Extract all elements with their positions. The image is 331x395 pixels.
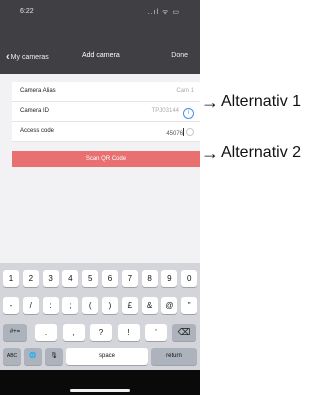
- status-icons: ..ıl ᯤ ▭: [147, 9, 180, 16]
- callout-label-2: Alternativ 2: [221, 144, 302, 161]
- digit-key[interactable]: 3: [42, 270, 59, 287]
- home-bar: [0, 370, 200, 395]
- alias-label: Camera Alias: [20, 88, 56, 94]
- camera-id-label: Camera ID: [20, 108, 50, 114]
- return-key[interactable]: return: [151, 348, 197, 365]
- nav-bar: ‹My cameras Add camera Done: [0, 30, 200, 74]
- mic-icon[interactable]: 🎙: [45, 348, 63, 365]
- punctuation-key[interactable]: ': [145, 324, 167, 341]
- camera-id-input[interactable]: TPJ03144: [152, 108, 179, 114]
- digit-key[interactable]: 8: [141, 270, 158, 287]
- access-code-row[interactable]: Access code 45076: [12, 122, 200, 142]
- punctuation-key[interactable]: !: [117, 324, 140, 341]
- delete-key[interactable]: ⌫: [172, 324, 196, 341]
- digit-key[interactable]: 5: [82, 270, 99, 287]
- symbol-key[interactable]: :: [42, 297, 59, 314]
- punctuation-key[interactable]: ?: [90, 324, 112, 341]
- symbol-key[interactable]: ): [102, 297, 118, 314]
- alias-input[interactable]: Cam 1: [176, 88, 194, 94]
- callout-label-1: Alternativ 1: [221, 93, 302, 110]
- alias-row[interactable]: Camera Alias Cam 1: [12, 82, 200, 102]
- page-title: Add camera: [82, 52, 120, 59]
- globe-icon[interactable]: 🌐: [24, 348, 42, 365]
- arrow-right-icon: →: [201, 92, 219, 112]
- digit-key[interactable]: 7: [121, 270, 138, 287]
- punctuation-key[interactable]: ,: [62, 324, 85, 341]
- phone-screen: 6:22 ..ıl ᯤ ▭ ‹My cameras Add camera Don…: [0, 0, 200, 395]
- digit-key[interactable]: 9: [161, 270, 178, 287]
- punctuation-key[interactable]: .: [35, 324, 57, 341]
- status-time: 6:22: [20, 8, 34, 15]
- shift-symbols-key[interactable]: #+=: [3, 324, 27, 341]
- done-button[interactable]: Done: [171, 52, 188, 59]
- camera-id-row[interactable]: Camera ID TPJ03144 i: [12, 102, 200, 122]
- arrow-right-icon: →: [201, 143, 219, 163]
- symbol-key[interactable]: £: [121, 297, 138, 314]
- symbol-key[interactable]: -: [3, 297, 19, 314]
- back-label: My cameras: [10, 54, 49, 61]
- status-bar: 6:22 ..ıl ᯤ ▭: [0, 0, 200, 30]
- symbol-key[interactable]: /: [22, 297, 39, 314]
- callout-alternativ-2: → Alternativ 2: [201, 143, 301, 164]
- digit-key[interactable]: 4: [62, 270, 79, 287]
- access-code-input[interactable]: 45076: [166, 131, 183, 137]
- text-cursor: [183, 128, 184, 136]
- camera-form: Camera Alias Cam 1 Camera ID TPJ03144 i A…: [12, 82, 200, 142]
- clear-icon[interactable]: [186, 128, 194, 136]
- back-button[interactable]: ‹My cameras: [6, 51, 49, 63]
- symbol-key[interactable]: ;: [62, 297, 79, 314]
- symbol-key[interactable]: &: [141, 297, 158, 314]
- abc-key[interactable]: ABC: [3, 348, 21, 365]
- info-icon[interactable]: i: [183, 108, 194, 119]
- scan-qr-button[interactable]: Scan QR Code: [12, 151, 200, 167]
- symbol-key[interactable]: ": [181, 297, 198, 314]
- callout-alternativ-1: → Alternativ 1: [201, 92, 301, 113]
- chevron-left-icon: ‹: [6, 51, 10, 63]
- home-indicator[interactable]: [70, 389, 130, 392]
- symbol-key[interactable]: (: [82, 297, 99, 314]
- digit-key[interactable]: 6: [102, 270, 118, 287]
- symbol-key[interactable]: @: [161, 297, 178, 314]
- space-key[interactable]: space: [66, 348, 148, 365]
- digit-key[interactable]: 0: [181, 270, 198, 287]
- keyboard: 1234567890 - /:;() £ & @ " #+= ⌫ .,?! ' ABC 🌐 …: [0, 263, 200, 370]
- digit-key[interactable]: 1: [3, 270, 19, 287]
- access-code-label: Access code: [20, 128, 55, 134]
- digit-key[interactable]: 2: [22, 270, 39, 287]
